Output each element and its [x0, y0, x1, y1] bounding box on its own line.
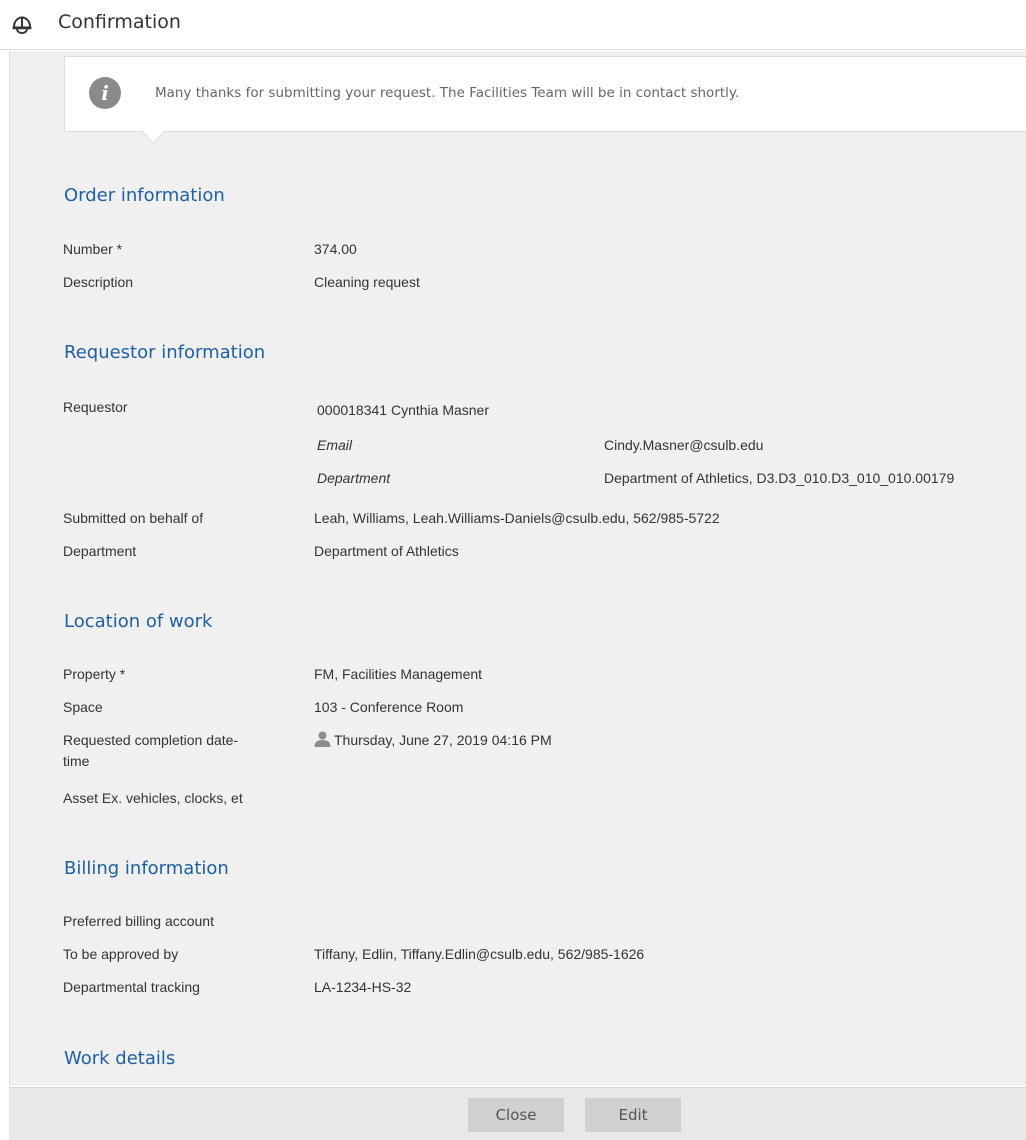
- info-icon: i: [89, 77, 121, 109]
- person-icon: [314, 731, 331, 747]
- requestor-email-label: Email: [317, 437, 353, 453]
- completion-label-line2: time: [63, 753, 90, 769]
- tracking-label: Departmental tracking: [63, 979, 200, 995]
- requestor-value: 000018341 Cynthia Masner: [317, 402, 490, 418]
- hard-hat-icon: [12, 16, 32, 35]
- confirmation-page: Confirmation i Many thanks for submittin…: [0, 0, 1026, 1140]
- section-title-billing: Billing information: [64, 858, 229, 879]
- tracking-value: LA-1234-HS-32: [314, 979, 412, 995]
- section-title-order: Order information: [64, 185, 225, 206]
- number-label: Number *: [63, 241, 123, 257]
- property-value: FM, Facilities Management: [314, 666, 483, 682]
- requestor-department-value: Department of Athletics, D3.D3_010.D3_01…: [604, 470, 955, 486]
- svg-text:i: i: [101, 81, 109, 105]
- header-bar: Confirmation: [0, 0, 1026, 50]
- description-label: Description: [63, 274, 134, 290]
- completion-datetime: Thursday, June 27, 2019 04:16 PM: [334, 732, 552, 748]
- on-behalf-value: Leah, Williams, Leah.Williams-Daniels@cs…: [314, 510, 720, 526]
- footer-bar: Close Edit: [9, 1087, 1026, 1140]
- requestor-department-label: Department: [317, 470, 391, 486]
- completion-label: Requested completion date- time: [63, 730, 238, 772]
- preferred-billing-label: Preferred billing account: [63, 913, 214, 929]
- approved-by-label: To be approved by: [63, 946, 179, 962]
- section-title-work-details: Work details: [64, 1048, 176, 1069]
- section-title-requestor: Requestor information: [64, 342, 266, 363]
- description-value: Cleaning request: [314, 274, 420, 290]
- requestor-label: Requestor: [63, 399, 128, 415]
- on-behalf-label: Submitted on behalf of: [63, 510, 204, 526]
- asset-label: Asset Ex. vehicles, clocks, et: [63, 790, 243, 806]
- space-label: Space: [63, 699, 103, 715]
- space-value: 103 - Conference Room: [314, 699, 464, 715]
- department-value: Department of Athletics: [314, 543, 459, 559]
- info-message-box: i Many thanks for submitting your reques…: [64, 56, 1026, 132]
- requestor-email-value: Cindy.Masner@csulb.edu: [604, 437, 764, 453]
- close-button[interactable]: Close: [468, 1098, 564, 1132]
- approved-by-value: Tiffany, Edlin, Tiffany.Edlin@csulb.edu,…: [314, 946, 645, 962]
- department-label: Department: [63, 543, 137, 559]
- page-title: Confirmation: [58, 11, 181, 33]
- property-label: Property *: [63, 666, 126, 682]
- completion-label-line1: Requested completion date-: [63, 732, 239, 748]
- section-title-location: Location of work: [64, 611, 213, 632]
- content-panel[interactable]: i Many thanks for submitting your reques…: [9, 51, 1026, 1086]
- edit-button[interactable]: Edit: [585, 1098, 681, 1132]
- number-value: 374.00: [314, 241, 357, 257]
- info-message: Many thanks for submitting your request.…: [155, 85, 740, 101]
- completion-value: Thursday, June 27, 2019 04:16 PM: [314, 730, 552, 751]
